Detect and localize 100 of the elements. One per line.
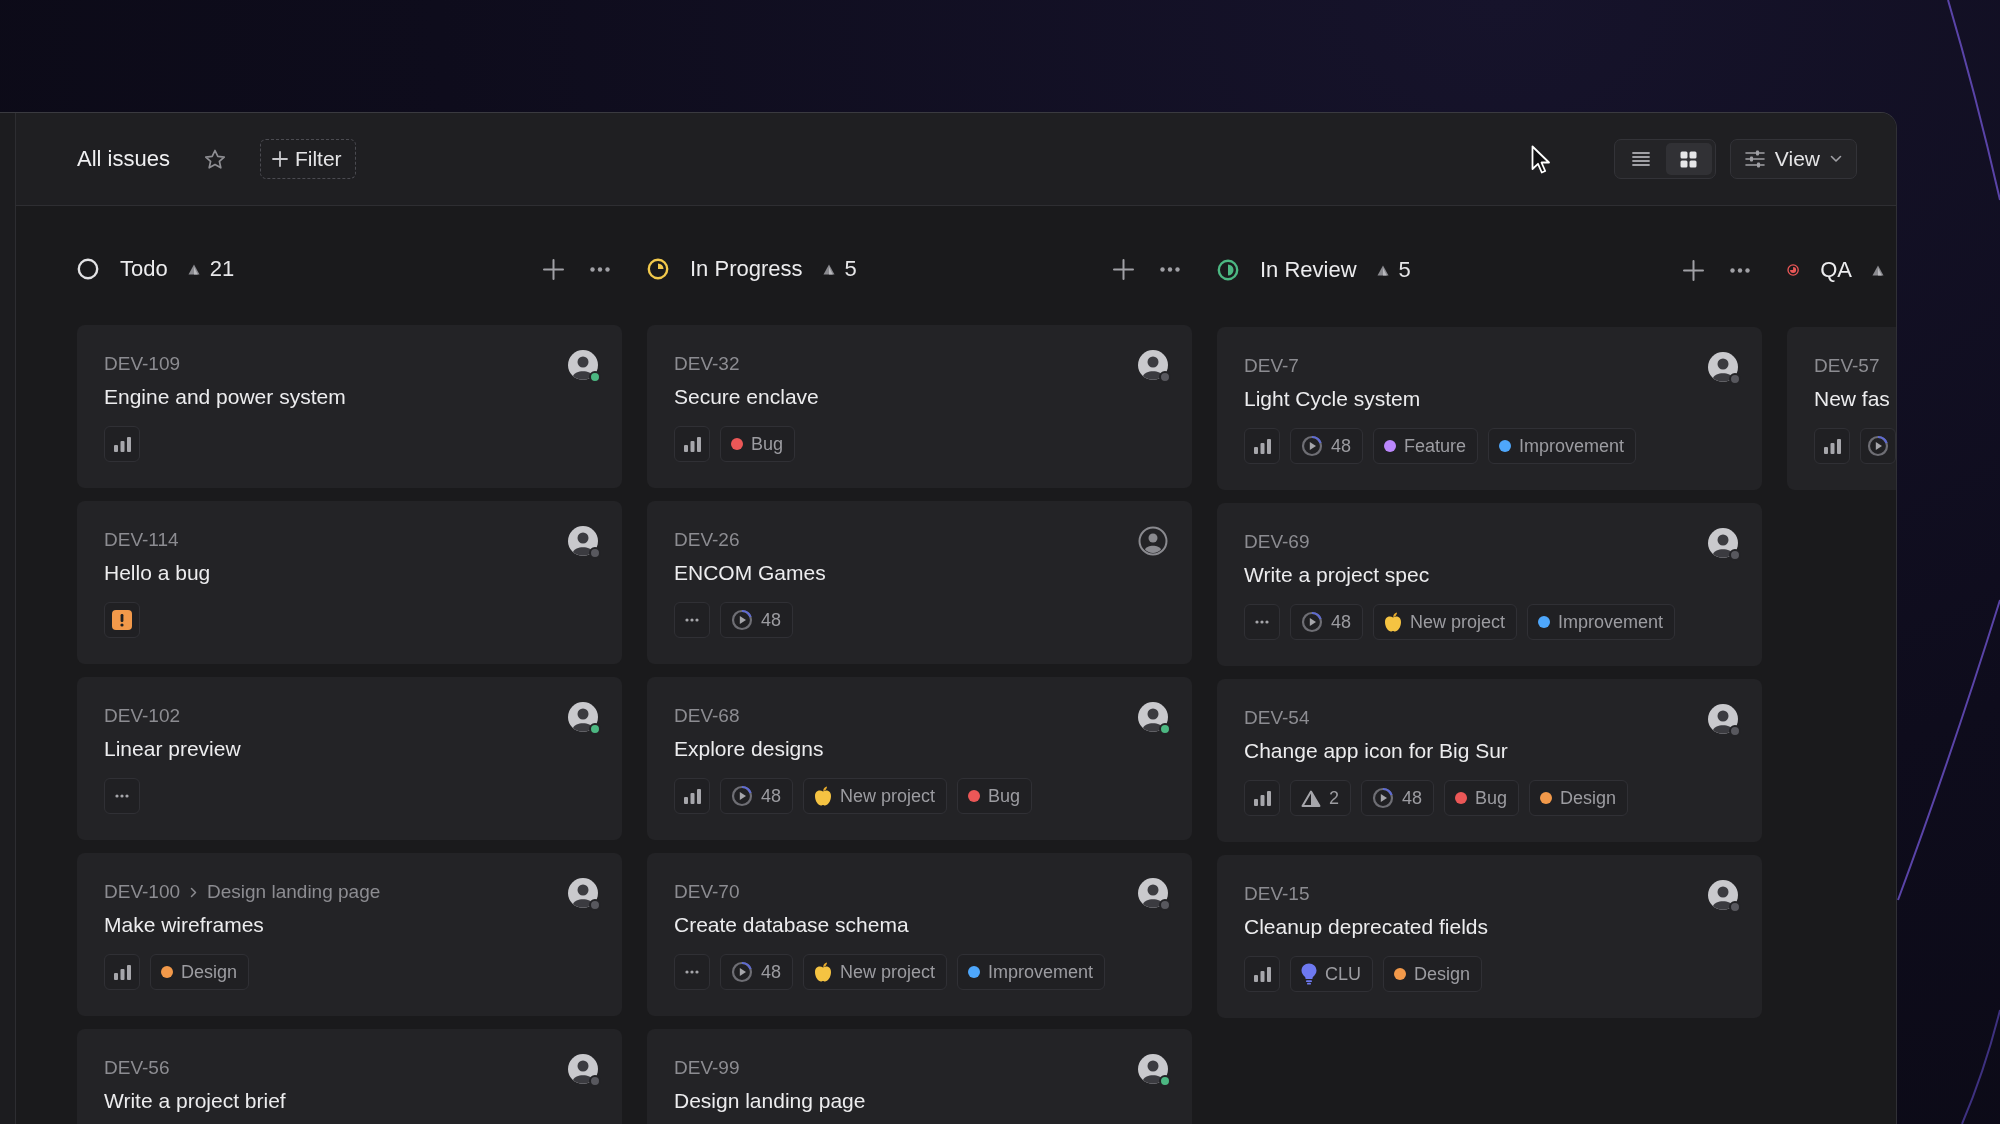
label-tag[interactable]: Improvement — [1488, 428, 1637, 464]
view-mode-button[interactable] — [1665, 143, 1712, 175]
column-menu-button[interactable] — [1160, 266, 1180, 272]
issue-card[interactable]: DEV-57 New fas — [1787, 327, 1896, 490]
label-tag[interactable]: Design — [150, 954, 250, 990]
issue-title: Secure enclave — [674, 384, 819, 410]
view-button[interactable]: View — [1729, 139, 1857, 179]
label-tag[interactable]: Bug — [1444, 780, 1520, 816]
avatar-icon — [1708, 352, 1738, 382]
priority-button[interactable] — [1814, 428, 1850, 464]
issue-card[interactable]: DEV-15 Cleanup deprecated fields CLU Design — [1217, 855, 1762, 1018]
apple-icon — [1384, 612, 1403, 632]
avatar-icon — [1138, 1054, 1168, 1084]
label-tag[interactable]: Improvement — [1527, 604, 1676, 640]
project-tag[interactable]: New project — [1373, 604, 1518, 640]
issue-title: Engine and power system — [104, 384, 346, 410]
issue-id: DEV-15 — [1244, 883, 1310, 905]
project-tag[interactable]: New project — [803, 778, 948, 814]
add-issue-button[interactable] — [1113, 258, 1134, 280]
priority-button[interactable] — [1244, 956, 1280, 992]
avatar-icon — [568, 526, 598, 556]
issue-card[interactable]: DEV-68 Explore designs 48 New project Bug — [647, 677, 1192, 840]
cycle-icon — [731, 785, 753, 807]
issue-id: DEV-114 — [104, 529, 179, 551]
project-tag[interactable]: CLU — [1290, 956, 1373, 992]
priority-button[interactable] — [1244, 428, 1280, 464]
cycle-icon — [1372, 787, 1394, 809]
estimate-icon — [187, 263, 200, 275]
cycle-tag[interactable]: 48 — [720, 602, 794, 638]
bars-icon — [1823, 438, 1841, 454]
issue-card[interactable]: DEV-7 Light Cycle system 48 Feature Improvement — [1217, 327, 1762, 490]
issue-card[interactable]: DEV-26 ENCOM Games 48 — [647, 501, 1192, 664]
alert-icon — [112, 610, 132, 630]
label-tag[interactable]: Bug — [720, 426, 796, 462]
cycle-icon — [731, 961, 753, 983]
issue-count: 5 — [844, 256, 857, 282]
issue-id: DEV-54 — [1244, 707, 1310, 729]
issue-title: Light Cycle system — [1244, 386, 1422, 412]
label-tag[interactable]: Bug — [957, 778, 1033, 814]
issue-card[interactable]: DEV-102 Linear preview — [77, 677, 622, 840]
project-tag[interactable]: New project — [803, 954, 948, 990]
priority-button[interactable] — [104, 954, 140, 990]
issue-card[interactable]: DEV-114 Hello a bug — [77, 501, 622, 664]
bars-icon — [1253, 790, 1271, 806]
label-tag[interactable]: Improvement — [957, 954, 1106, 990]
priority-button[interactable] — [674, 778, 710, 814]
estimate-tag[interactable]: 2 — [1290, 780, 1351, 816]
estimate-icon — [1376, 264, 1389, 276]
cycle-tag[interactable]: 48 — [1290, 428, 1364, 464]
column-menu-button[interactable] — [590, 266, 610, 272]
filter-button[interactable]: Filter — [259, 139, 356, 179]
issue-card[interactable]: DEV-99 Design landing page — [647, 1029, 1192, 1124]
issue-card[interactable]: DEV-54 Change app icon for Big Sur 2 48 Bug Design — [1217, 679, 1762, 842]
column-menu-button[interactable] — [1730, 267, 1750, 273]
add-issue-button[interactable] — [1683, 259, 1704, 281]
avatar-icon — [1138, 878, 1168, 908]
issue-id: DEV-32 — [674, 353, 740, 375]
issue-title: Write a project brief — [104, 1088, 286, 1114]
plus-icon — [543, 258, 564, 280]
label-tag[interactable]: Design — [1383, 956, 1483, 992]
issue-card[interactable]: DEV-70 Create database schema 48 New project Improvement — [647, 853, 1192, 1016]
cycle-tag[interactable] — [1860, 428, 1896, 464]
star-icon — [203, 148, 226, 170]
issue-id: DEV-7 — [1244, 355, 1299, 377]
priority-button[interactable] — [104, 602, 140, 638]
issue-card[interactable]: DEV-109 Engine and power system — [77, 325, 622, 488]
bars-icon — [113, 964, 131, 980]
more-icon — [590, 266, 610, 272]
cycle-tag[interactable]: 48 — [720, 954, 794, 990]
issue-title: Write a project spec — [1244, 562, 1431, 588]
avatar-icon — [1138, 350, 1168, 380]
issue-card[interactable]: DEV-32 Secure enclave Bug — [647, 325, 1192, 488]
issue-title: Cleanup deprecated fields — [1244, 914, 1488, 940]
issue-title: Hello a bug — [104, 560, 211, 586]
add-issue-button[interactable] — [543, 258, 564, 280]
more-icon — [1160, 266, 1180, 272]
parent-issue-link[interactable]: Design landing page — [207, 881, 381, 903]
more-icon — [1255, 620, 1269, 624]
priority-button[interactable] — [104, 426, 140, 462]
bars-icon — [683, 788, 701, 804]
bars-icon — [1253, 438, 1271, 454]
label-tag[interactable]: Feature — [1373, 428, 1479, 464]
bars-icon — [113, 436, 131, 452]
avatar-icon — [568, 1054, 598, 1084]
avatar-icon — [1708, 704, 1738, 734]
priority-button[interactable] — [1244, 780, 1280, 816]
priority-button[interactable] — [674, 426, 710, 462]
cycle-icon — [1867, 435, 1889, 457]
label-tag[interactable]: Design — [1529, 780, 1629, 816]
avatar-icon — [1138, 702, 1168, 732]
issue-count: 21 — [209, 256, 235, 282]
column-title: In Review — [1260, 257, 1357, 283]
issue-card[interactable]: DEV-100 Design landing page Make wireframes Design — [77, 853, 622, 1016]
cycle-tag[interactable]: 48 — [720, 778, 794, 814]
issue-card[interactable]: DEV-69 Write a project spec 48 New project Improvement — [1217, 503, 1762, 666]
cycle-tag[interactable]: 48 — [1290, 604, 1364, 640]
cycle-tag[interactable]: 48 — [1361, 780, 1435, 816]
issue-title: Make wireframes — [104, 912, 265, 938]
issue-card[interactable]: DEV-56 Write a project brief — [77, 1029, 622, 1124]
cycle-icon — [1301, 611, 1323, 633]
